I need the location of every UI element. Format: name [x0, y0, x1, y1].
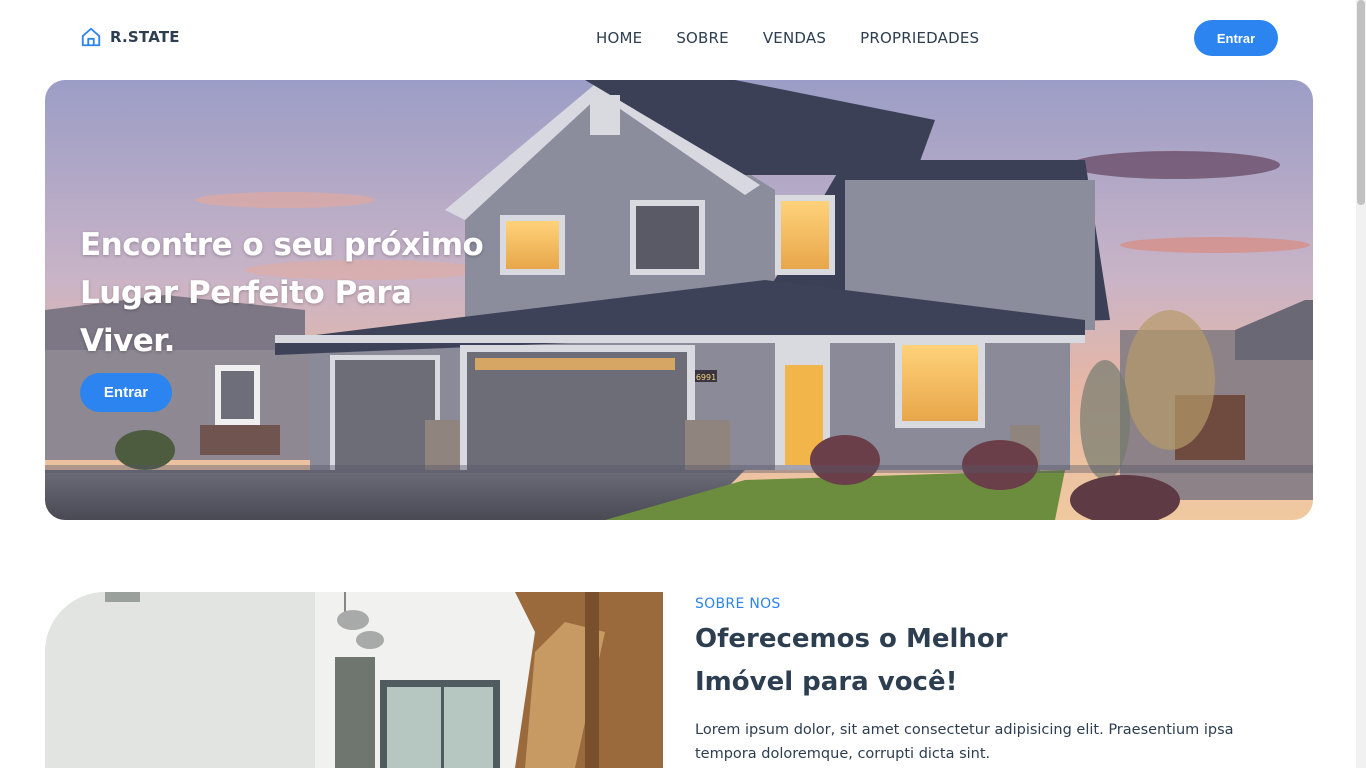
interior-image	[45, 592, 663, 768]
nav-sobre[interactable]: SOBRE	[676, 29, 729, 47]
scrollbar-thumb[interactable]	[1357, 0, 1365, 205]
site-header: R.STATE HOME SOBRE VENDAS PROPRIEDADES E…	[0, 0, 1356, 76]
hero-banner: 6991 Encontre o seu próximo Lugar Perfei…	[45, 80, 1313, 520]
nav-propriedades[interactable]: PROPRIEDADES	[860, 29, 979, 47]
brand-logo[interactable]: R.STATE	[80, 26, 180, 48]
about-title: Oferecemos o Melhor Imóvel para você!	[695, 624, 1008, 697]
hero-title: Encontre o seu próximo Lugar Perfeito Pa…	[80, 227, 484, 359]
nav-home[interactable]: HOME	[596, 29, 642, 47]
header-login-button[interactable]: Entrar	[1194, 20, 1278, 56]
about-text: Lorem ipsum dolor, sit amet consectetur …	[695, 722, 1234, 762]
brand-name: R.STATE	[110, 28, 180, 46]
nav-vendas[interactable]: VENDAS	[763, 29, 826, 47]
house-icon	[81, 27, 101, 47]
main-nav: HOME SOBRE VENDAS PROPRIEDADES	[596, 29, 979, 47]
hero-login-button[interactable]: Entrar	[80, 373, 172, 412]
page-scrollbar[interactable]	[1356, 0, 1366, 768]
house-number: 6991	[696, 373, 716, 382]
about-kicker: SOBRE NOS	[695, 596, 781, 612]
